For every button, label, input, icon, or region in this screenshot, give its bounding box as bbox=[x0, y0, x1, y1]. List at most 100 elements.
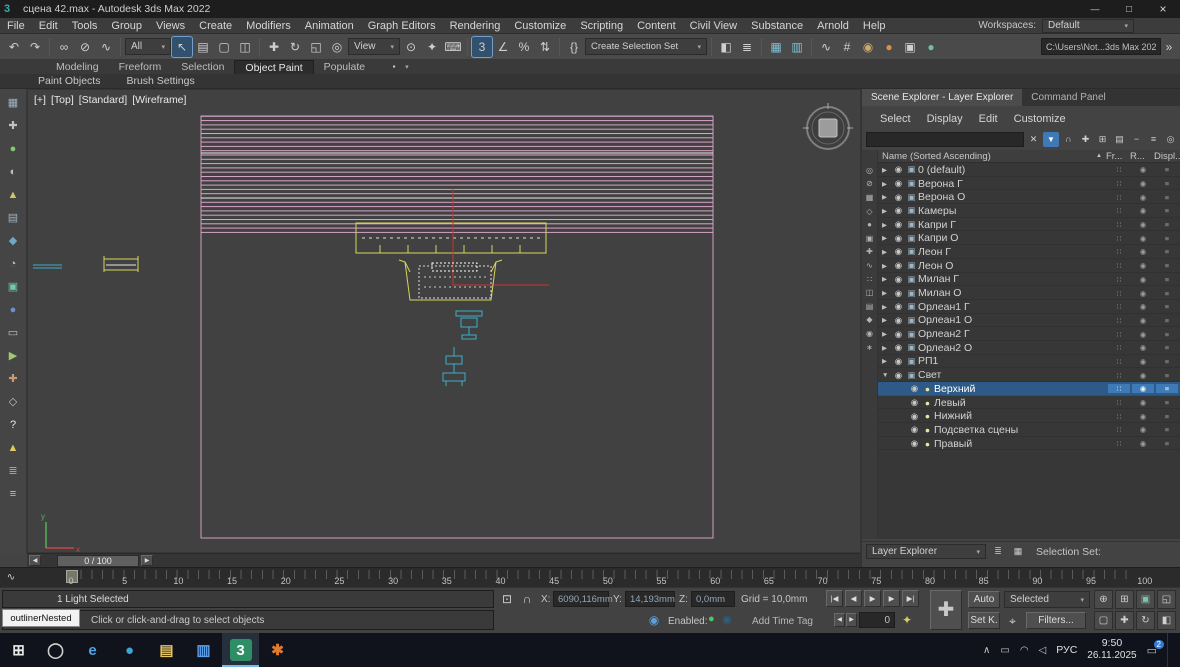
timeline-tick[interactable]: 25 bbox=[328, 576, 350, 586]
expand-arrow-icon[interactable]: ▶ bbox=[882, 289, 892, 297]
tab-selection[interactable]: Selection bbox=[171, 60, 234, 74]
play-icon[interactable]: ▶ bbox=[864, 590, 881, 607]
layer-name[interactable]: Леон О bbox=[918, 260, 1108, 272]
keyboard-override-icon[interactable]: ⌨ bbox=[443, 37, 463, 57]
layer-row[interactable]: ▶ ◉ ▣ Леон О ∷ ◉ ≡ bbox=[878, 259, 1180, 273]
render-toggle-icon[interactable]: ◉ bbox=[1132, 439, 1154, 448]
freeze-toggle-icon[interactable]: ∷ bbox=[1108, 275, 1130, 284]
close-button[interactable]: × bbox=[1146, 0, 1180, 18]
current-frame-field[interactable]: 0 bbox=[859, 612, 895, 628]
show-desktop-button[interactable] bbox=[1167, 633, 1172, 667]
zoom-extents-all-icon[interactable]: ◱ bbox=[1157, 590, 1176, 609]
expand-arrow-icon[interactable]: ▶ bbox=[882, 303, 892, 311]
render-column-header[interactable]: R... bbox=[1130, 151, 1154, 162]
curve-editor-icon[interactable]: ∿ bbox=[816, 37, 836, 57]
timeline-tick[interactable]: 35 bbox=[436, 576, 458, 586]
explorer-menu-customize[interactable]: Customize bbox=[1014, 113, 1066, 125]
freeze-toggle-icon[interactable]: ∷ bbox=[1108, 343, 1130, 352]
display-toggle-icon[interactable]: ≡ bbox=[1156, 289, 1178, 298]
layer-name[interactable]: Орлеан1 Г bbox=[918, 301, 1108, 313]
visibility-eye-icon[interactable]: ◉ bbox=[908, 397, 921, 408]
explorer-search-input[interactable] bbox=[866, 132, 1024, 147]
layer-name[interactable]: Орлеан1 О bbox=[918, 314, 1108, 326]
key-filters-button[interactable]: Filters... bbox=[1026, 612, 1086, 629]
box-tool-icon[interactable]: ▣ bbox=[3, 277, 23, 297]
notification-center-icon[interactable]: ▭ 2 bbox=[1147, 644, 1157, 657]
select-and-manipulate-icon[interactable]: ✦ bbox=[422, 37, 442, 57]
layer-name[interactable]: Орлеан2 О bbox=[918, 342, 1108, 354]
move-tool-icon[interactable]: ✚ bbox=[3, 116, 23, 136]
select-and-place-icon[interactable]: ◎ bbox=[327, 37, 347, 57]
menu-views[interactable]: Views bbox=[149, 18, 192, 34]
frame-spin-left[interactable]: ◀ bbox=[834, 613, 845, 627]
track-bar[interactable]: ◀ 0 / 100 ▶ bbox=[27, 553, 861, 567]
render-toggle-icon[interactable]: ◉ bbox=[1132, 384, 1154, 393]
selection-filter-dropdown[interactable]: All ▾ bbox=[125, 38, 171, 55]
render-toggle-icon[interactable]: ◉ bbox=[1132, 289, 1154, 298]
select-object-icon[interactable]: ↖ bbox=[172, 37, 192, 57]
expand-arrow-icon[interactable]: ▶ bbox=[882, 330, 892, 338]
viewport[interactable]: x y [+][Top][Standard][Wireframe] bbox=[27, 89, 861, 553]
expand-arrow-icon[interactable]: ▶ bbox=[882, 316, 892, 324]
trackbar-left-arrow[interactable]: ◀ bbox=[29, 555, 41, 566]
large-add-button[interactable]: ✚ bbox=[930, 590, 962, 630]
display-toggle-icon[interactable]: ≡ bbox=[1156, 165, 1178, 174]
expand-arrow-icon[interactable]: ▶ bbox=[882, 357, 892, 365]
freeze-toggle-icon[interactable]: ∷ bbox=[1108, 193, 1130, 202]
display-bones-icon[interactable]: ∷ bbox=[863, 273, 876, 286]
timeline-tick[interactable]: 75 bbox=[865, 576, 887, 586]
create-new-layer-icon[interactable]: ✚ bbox=[1078, 132, 1093, 147]
display-shapes-icon[interactable]: ◇ bbox=[863, 205, 876, 218]
display-spacewarps-icon[interactable]: ∿ bbox=[863, 259, 876, 272]
menu-scripting[interactable]: Scripting bbox=[573, 18, 630, 34]
viewport-general-menu[interactable]: [+] bbox=[34, 94, 46, 106]
toggle-layer-explorer-icon[interactable]: ▥ bbox=[787, 37, 807, 57]
mini-curve-editor-icon[interactable]: ∿ bbox=[4, 571, 18, 585]
layer-row[interactable]: ▶ ◉ ▣ Милан О ∷ ◉ ≡ bbox=[878, 286, 1180, 300]
timeline-tick[interactable]: 0 bbox=[60, 576, 82, 586]
freeze-toggle-icon[interactable]: ∷ bbox=[1108, 247, 1130, 256]
layer-row[interactable]: ▶ ◉ ▣ Камеры ∷ ◉ ≡ bbox=[878, 204, 1180, 218]
layer-name[interactable]: Правый bbox=[934, 438, 1108, 450]
visibility-eye-icon[interactable]: ◉ bbox=[892, 370, 905, 381]
freeze-toggle-icon[interactable]: ∷ bbox=[1108, 398, 1130, 407]
visibility-eye-icon[interactable]: ◉ bbox=[892, 288, 905, 299]
visibility-eye-icon[interactable]: ◉ bbox=[892, 178, 905, 189]
display-toggle-icon[interactable]: ≡ bbox=[1156, 179, 1178, 188]
visibility-eye-icon[interactable]: ◉ bbox=[892, 356, 905, 367]
menu-file[interactable]: File bbox=[0, 18, 32, 34]
layer-row[interactable]: ◉ ● Подсветка сцены ∷ ◉ ≡ bbox=[878, 423, 1180, 437]
render-toggle-icon[interactable]: ◉ bbox=[1132, 357, 1154, 366]
toolbar-overflow-icon[interactable]: » bbox=[1162, 37, 1176, 57]
layer-row[interactable]: ▶ ◉ ▣ Орлеан1 О ∷ ◉ ≡ bbox=[878, 314, 1180, 328]
timeline-tick[interactable]: 85 bbox=[973, 576, 995, 586]
display-toggle-icon[interactable]: ≡ bbox=[1156, 206, 1178, 215]
tab-freeform[interactable]: Freeform bbox=[109, 60, 172, 74]
menu-edit[interactable]: Edit bbox=[32, 18, 65, 34]
named-selection-sets-icon[interactable]: {} bbox=[564, 37, 584, 57]
display-toggle-icon[interactable]: ≡ bbox=[1156, 425, 1178, 434]
grid-tool-icon[interactable]: ▦ bbox=[3, 93, 23, 113]
menu-tool-icon[interactable]: ≡ bbox=[3, 484, 23, 504]
tab-command-panel[interactable]: Command Panel bbox=[1022, 89, 1114, 106]
pick-parent-icon[interactable]: ◎ bbox=[1163, 132, 1178, 147]
timeline-tick[interactable]: 70 bbox=[812, 576, 834, 586]
sync-selection-icon[interactable]: ≣ bbox=[990, 544, 1006, 559]
timeline-tick[interactable]: 15 bbox=[221, 576, 243, 586]
cone-tool-icon[interactable]: ▲ bbox=[3, 185, 23, 205]
select-and-move-icon[interactable]: ✚ bbox=[264, 37, 284, 57]
layer-row[interactable]: ◉ ● Верхний ∷ ◉ ≡ bbox=[878, 382, 1180, 396]
expand-arrow-icon[interactable]: ▶ bbox=[882, 166, 892, 174]
clock-tool-icon[interactable]: ◔ bbox=[3, 254, 23, 274]
language-indicator[interactable]: РУС bbox=[1056, 644, 1077, 656]
layer-tree[interactable]: ▶ ◉ ▣ 0 (default) ∷ ◉ ≡ ▶ ◉ ▣ Верона Г ∷… bbox=[878, 163, 1180, 539]
render-toggle-icon[interactable]: ◉ bbox=[1132, 234, 1154, 243]
freeze-toggle-icon[interactable]: ∷ bbox=[1108, 289, 1130, 298]
visibility-eye-icon[interactable]: ◉ bbox=[892, 260, 905, 271]
display-toggle-icon[interactable]: ≡ bbox=[1156, 384, 1178, 393]
undo-icon[interactable]: ↶ bbox=[4, 37, 24, 57]
layer-name[interactable]: 0 (default) bbox=[918, 164, 1108, 176]
menu-help[interactable]: Help bbox=[856, 18, 893, 34]
maximize-button[interactable]: □ bbox=[1112, 0, 1146, 18]
timeline-tick[interactable]: 45 bbox=[543, 576, 565, 586]
